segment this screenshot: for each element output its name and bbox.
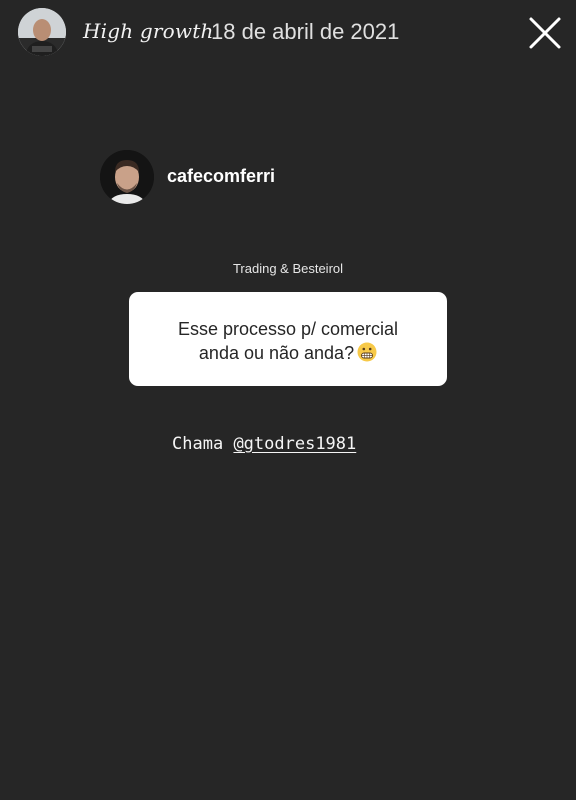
grimacing-face-icon xyxy=(357,342,377,362)
story-title: High growth xyxy=(83,19,214,43)
question-line-1: Esse processo p/ comercial xyxy=(177,319,399,339)
question-card: Esse processo p/ comercial anda ou não a… xyxy=(129,292,447,386)
person-avatar-icon xyxy=(100,150,154,204)
story-header: High growth 18 de abril de 2021 xyxy=(0,0,576,66)
profile-avatar[interactable] xyxy=(18,8,66,56)
answer-text: Chama @gtodres1981 xyxy=(172,434,356,454)
close-button[interactable] xyxy=(524,12,566,54)
question-text: Esse processo p/ comercial anda ou não a… xyxy=(143,317,433,365)
question-line-2-text: anda ou não anda? xyxy=(198,343,355,363)
responder-username[interactable]: cafecomferri xyxy=(167,166,275,187)
question-line-2: anda ou não anda? xyxy=(143,341,433,365)
mention-link[interactable]: @gtodres1981 xyxy=(233,434,356,454)
person-avatar-icon xyxy=(18,8,66,56)
story-date: 18 de abril de 2021 xyxy=(211,19,400,44)
close-icon xyxy=(529,17,561,49)
responder-avatar[interactable] xyxy=(100,150,154,204)
question-sticker-title: Trading & Besteirol xyxy=(232,261,344,276)
answer-prefix: Chama xyxy=(172,434,224,454)
